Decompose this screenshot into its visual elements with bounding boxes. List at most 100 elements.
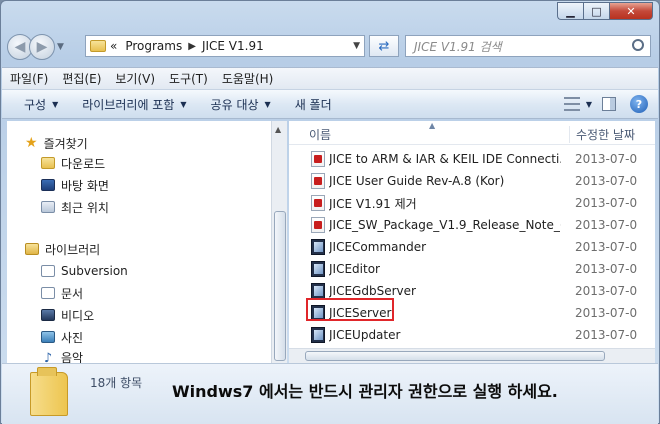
forward-button[interactable]: ▶ bbox=[29, 34, 55, 60]
scroll-up-icon[interactable]: ▲ bbox=[275, 125, 281, 134]
file-row[interactable]: JICEUpdater 2013-07-0 bbox=[289, 324, 655, 346]
scrollbar-thumb[interactable] bbox=[274, 211, 286, 361]
file-name: JICE_SW_Package_V1.9_Release_Note_(K... bbox=[329, 218, 561, 232]
file-date: 2013-07-0 bbox=[575, 240, 638, 254]
file-date: 2013-07-0 bbox=[575, 306, 638, 320]
document-library-icon bbox=[41, 265, 55, 277]
file-name: JICE User Guide Rev-A.8 (Kor) bbox=[329, 174, 505, 188]
refresh-button[interactable]: ⇄ bbox=[369, 35, 399, 57]
chevron-down-icon: ▼ bbox=[52, 99, 59, 109]
recent-pages-dropdown-icon[interactable]: ▼ bbox=[57, 42, 64, 52]
include-library-button[interactable]: 라이브러리에 포함 ▼ bbox=[82, 96, 186, 113]
pdf-icon bbox=[311, 217, 325, 233]
nav-item-pictures[interactable]: 사진 bbox=[41, 327, 83, 347]
nav-item-videos[interactable]: 비디오 bbox=[41, 305, 94, 325]
refresh-icon: ⇄ bbox=[378, 38, 390, 54]
forward-arrow-icon: ▶ bbox=[36, 39, 48, 55]
file-date: 2013-07-0 bbox=[575, 152, 638, 166]
nav-favorites[interactable]: ★ 즐겨찾기 bbox=[25, 133, 88, 153]
nav-item-documents[interactable]: 문서 bbox=[41, 283, 83, 303]
nav-item-label: 음악 bbox=[61, 350, 84, 364]
maximize-button[interactable]: □ bbox=[583, 2, 609, 20]
close-button[interactable]: ✕ bbox=[609, 2, 653, 20]
file-date: 2013-07-0 bbox=[575, 218, 638, 232]
star-icon: ★ bbox=[25, 135, 38, 151]
nav-libraries[interactable]: 라이브러리 bbox=[25, 239, 100, 259]
file-row[interactable]: JICECommander 2013-07-0 bbox=[289, 236, 655, 258]
column-date-modified[interactable]: 수정한 날짜 bbox=[569, 126, 635, 143]
nav-item-label: 다운로드 bbox=[61, 156, 106, 171]
navigation-scrollbar[interactable]: ▲ bbox=[271, 121, 287, 363]
file-date: 2013-07-0 bbox=[575, 174, 638, 188]
breadcrumb-programs[interactable]: Programs bbox=[125, 39, 182, 53]
app-icon bbox=[311, 239, 325, 255]
include-library-label: 라이브러리에 포함 bbox=[82, 97, 175, 112]
uninstall-icon bbox=[311, 195, 325, 211]
sort-ascending-icon: ▲ bbox=[429, 121, 436, 130]
nav-item-label: 사진 bbox=[61, 330, 84, 345]
help-icon[interactable]: ? bbox=[630, 95, 648, 113]
nav-item-music[interactable]: ♪ 음악 bbox=[41, 347, 84, 364]
address-dropdown-icon[interactable]: ▼ bbox=[353, 41, 360, 51]
menu-tools[interactable]: 도구(T) bbox=[169, 70, 208, 87]
app-icon bbox=[311, 261, 325, 277]
item-count: 18개 항목 bbox=[90, 376, 143, 390]
app-icon bbox=[311, 283, 325, 299]
nav-favorites-label: 즐겨찾기 bbox=[43, 136, 88, 151]
navigation-pane: ★ 즐겨찾기 다운로드 바탕 화면 최근 위치 라이브러리 Subversion… bbox=[7, 121, 277, 363]
view-dropdown-icon[interactable]: ▼ bbox=[586, 100, 592, 109]
new-folder-label: 새 폴더 bbox=[294, 97, 332, 112]
file-row[interactable]: JICE User Guide Rev-A.8 (Kor) 2013-07-0 bbox=[289, 170, 655, 192]
menu-file[interactable]: 파일(F) bbox=[10, 70, 48, 87]
search-placeholder: JICE V1.91 검색 bbox=[414, 39, 502, 54]
scrollbar-thumb[interactable] bbox=[305, 351, 605, 361]
highlight-box bbox=[306, 298, 394, 321]
horizontal-scrollbar[interactable] bbox=[289, 348, 655, 363]
document-library-icon bbox=[41, 287, 55, 299]
video-library-icon bbox=[41, 309, 55, 321]
breadcrumb-separator-icon[interactable]: ▶ bbox=[188, 41, 196, 52]
breadcrumb-jice[interactable]: JICE V1.91 bbox=[202, 39, 264, 53]
file-list: ▲ 이름 수정한 날짜 JICE to ARM & IAR & KEIL IDE… bbox=[289, 121, 655, 363]
folder-icon bbox=[90, 40, 106, 52]
file-date: 2013-07-0 bbox=[575, 262, 638, 276]
new-folder-button[interactable]: 새 폴더 bbox=[295, 96, 332, 113]
app-icon bbox=[311, 327, 325, 343]
nav-item-label: Subversion bbox=[61, 264, 128, 278]
back-arrow-icon: ◀ bbox=[14, 39, 26, 55]
pdf-icon bbox=[311, 173, 325, 189]
file-row[interactable]: JICE_SW_Package_V1.9_Release_Note_(K... … bbox=[289, 214, 655, 236]
column-name[interactable]: 이름 bbox=[309, 126, 331, 143]
file-row[interactable]: JICEditor 2013-07-0 bbox=[289, 258, 655, 280]
menu-bar: 파일(F) 편집(E) 보기(V) 도구(T) 도움말(H) bbox=[2, 67, 658, 89]
nav-item-subversion[interactable]: Subversion bbox=[41, 261, 128, 281]
address-bar[interactable]: « Programs ▶ JICE V1.91 ▼ bbox=[85, 35, 365, 57]
share-button[interactable]: 공유 대상 ▼ bbox=[211, 96, 271, 113]
file-row[interactable]: JICE to ARM & IAR & KEIL IDE Connecti...… bbox=[289, 148, 655, 170]
file-date: 2013-07-0 bbox=[575, 328, 638, 342]
preview-pane-icon[interactable] bbox=[602, 97, 616, 111]
admin-note: Windws7 에서는 반드시 관리자 권한으로 실행 하세요. bbox=[172, 382, 558, 401]
search-icon bbox=[632, 39, 644, 51]
nav-item-label: 바탕 화면 bbox=[61, 178, 109, 193]
pdf-icon bbox=[311, 151, 325, 167]
address-overflow-icon[interactable]: « bbox=[110, 39, 117, 53]
file-name: JICE to ARM & IAR & KEIL IDE Connecti... bbox=[329, 152, 561, 166]
explorer-window: ▁ □ ✕ ◀ ▶ ▼ « Programs ▶ JICE V1.91 ▼ ⇄ … bbox=[0, 0, 660, 424]
menu-view[interactable]: 보기(V) bbox=[115, 70, 155, 87]
chevron-down-icon: ▼ bbox=[180, 99, 187, 109]
menu-help[interactable]: 도움말(H) bbox=[222, 70, 274, 87]
picture-library-icon bbox=[41, 331, 55, 343]
nav-item-recent[interactable]: 최근 위치 bbox=[41, 197, 109, 217]
caption-buttons: ▁ □ ✕ bbox=[557, 2, 653, 20]
nav-item-desktop[interactable]: 바탕 화면 bbox=[41, 175, 109, 195]
organize-button[interactable]: 구성 ▼ bbox=[24, 96, 58, 113]
menu-edit[interactable]: 편집(E) bbox=[62, 70, 101, 87]
nav-item-downloads[interactable]: 다운로드 bbox=[41, 153, 105, 173]
view-list-icon[interactable] bbox=[563, 97, 580, 111]
organize-label: 구성 bbox=[24, 97, 47, 112]
share-label: 공유 대상 bbox=[210, 97, 259, 112]
minimize-button[interactable]: ▁ bbox=[557, 2, 583, 20]
file-row[interactable]: JICE V1.91 제거 2013-07-0 bbox=[289, 192, 655, 214]
search-input[interactable]: JICE V1.91 검색 bbox=[405, 35, 651, 57]
